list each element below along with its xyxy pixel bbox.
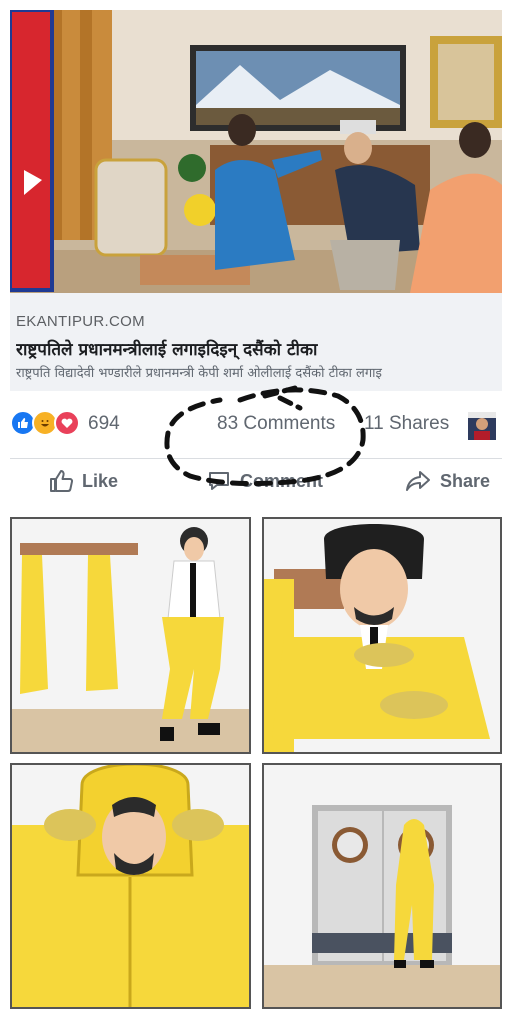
shares-count[interactable]: 11 Shares [364, 413, 449, 435]
link-preview[interactable]: EKANTIPUR.COM राष्ट्रपतिले प्रधानमन्त्री… [10, 293, 502, 391]
comic-panel-1 [10, 517, 251, 754]
shared-by-avatar[interactable] [468, 412, 496, 440]
dashed-circle-annotation [164, 385, 366, 487]
hazmat-comic [0, 505, 512, 1024]
share-arrow-icon [406, 471, 430, 491]
reactions-count[interactable]: 694 [88, 413, 120, 435]
share-label: Share [440, 470, 491, 491]
like-label: Like [82, 470, 119, 491]
article-photo[interactable] [10, 10, 502, 293]
thumbs-up-icon [50, 470, 74, 492]
like-button[interactable]: Like [48, 468, 118, 494]
comic-panel-3 [10, 763, 251, 1009]
comic-panel-2 [262, 517, 502, 754]
comic-panel-4 [262, 763, 502, 1009]
link-headline[interactable]: राष्ट्रपतिले प्रधानमन्त्रीलाई लगाइदिइन् … [16, 337, 500, 360]
link-domain: EKANTIPUR.COM [16, 313, 145, 330]
share-button[interactable]: Share [404, 468, 490, 494]
facebook-post: EKANTIPUR.COM राष्ट्रपतिले प्रधानमन्त्री… [0, 0, 512, 500]
article-photo-scene [10, 10, 502, 293]
love-icon[interactable] [54, 410, 80, 436]
